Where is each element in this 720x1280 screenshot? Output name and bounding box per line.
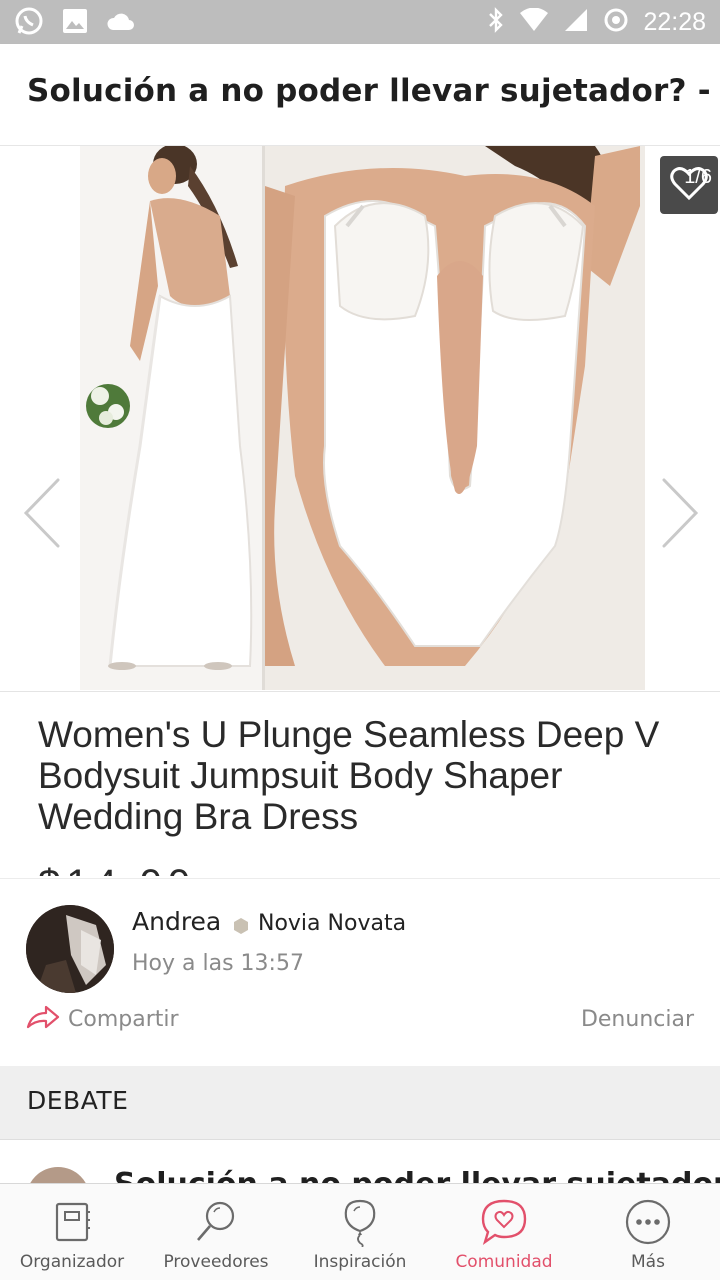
wifi-icon <box>519 7 549 36</box>
nav-mas[interactable]: Más <box>576 1184 720 1280</box>
product-price-partial: $14.99 <box>38 862 238 876</box>
gallery-icon <box>62 8 88 38</box>
alarm-icon <box>603 7 629 37</box>
debate-label: DEBATE <box>27 1086 129 1115</box>
bluetooth-icon <box>487 7 505 37</box>
avatar[interactable] <box>26 905 114 993</box>
author-role: Novia Novata <box>258 911 407 936</box>
nav-comunidad[interactable]: Comunidad <box>432 1184 576 1280</box>
bodysuit-photo[interactable] <box>265 146 645 690</box>
nav-label: Organizador <box>19 1252 125 1272</box>
share-icon <box>26 1005 60 1033</box>
status-bar: 22:28 <box>0 0 720 44</box>
bride-dress-photo[interactable] <box>80 146 262 690</box>
share-label: Compartir <box>68 1006 179 1032</box>
organizer-icon <box>46 1196 98 1248</box>
nav-label: Comunidad <box>455 1252 553 1272</box>
bottom-navigation: Organizador Proveedores Inspiración Comu… <box>0 1183 720 1280</box>
search-icon <box>190 1196 242 1248</box>
title-bar: Solución a no poder llevar sujetador? - … <box>0 44 720 146</box>
author-name[interactable]: Andrea <box>132 907 221 936</box>
balloon-icon <box>334 1196 386 1248</box>
chat-heart-icon <box>478 1196 530 1248</box>
post-timestamp: Hoy a las 13:57 <box>132 951 304 976</box>
post-author-block: Andrea Novia Novata Hoy a las 13:57 Comp… <box>0 878 720 1068</box>
image-gallery[interactable]: 1/6 <box>0 146 720 692</box>
nav-label: Más <box>631 1252 665 1272</box>
clock: 22:28 <box>643 7 706 36</box>
more-icon <box>622 1196 674 1248</box>
thread-title: Solución a no poder llevar sujetador? <box>27 73 687 109</box>
chevron-right-icon[interactable] <box>658 476 704 550</box>
title-separator: - <box>697 73 711 109</box>
whatsapp-icon <box>14 6 44 40</box>
chevron-left-icon[interactable] <box>18 476 64 550</box>
cloud-icon <box>106 10 136 36</box>
signal-icon <box>563 8 589 36</box>
share-button[interactable]: Compartir <box>26 1005 179 1033</box>
avatar <box>26 1167 90 1183</box>
product-price-text: $14.99 <box>38 862 196 876</box>
badge-icon <box>233 918 249 938</box>
nav-label: Proveedores <box>163 1252 269 1272</box>
nav-inspiracion[interactable]: Inspiración <box>288 1184 432 1280</box>
image-counter: 1/6 <box>684 166 712 188</box>
report-button[interactable]: Denunciar <box>581 1007 694 1032</box>
nav-organizador[interactable]: Organizador <box>0 1184 144 1280</box>
product-title: Women's U Plunge Seamless Deep V Bodysui… <box>38 714 660 837</box>
nav-label: Inspiración <box>313 1252 407 1272</box>
nav-proveedores[interactable]: Proveedores <box>144 1184 288 1280</box>
debate-section-header: DEBATE <box>0 1066 720 1140</box>
debate-item-title: Solución a no poder llevar sujetador? <box>114 1167 720 1183</box>
debate-first-item[interactable]: Solución a no poder llevar sujetador? <box>0 1141 720 1183</box>
page-title: Solución a no poder llevar sujetador? - … <box>27 73 720 109</box>
